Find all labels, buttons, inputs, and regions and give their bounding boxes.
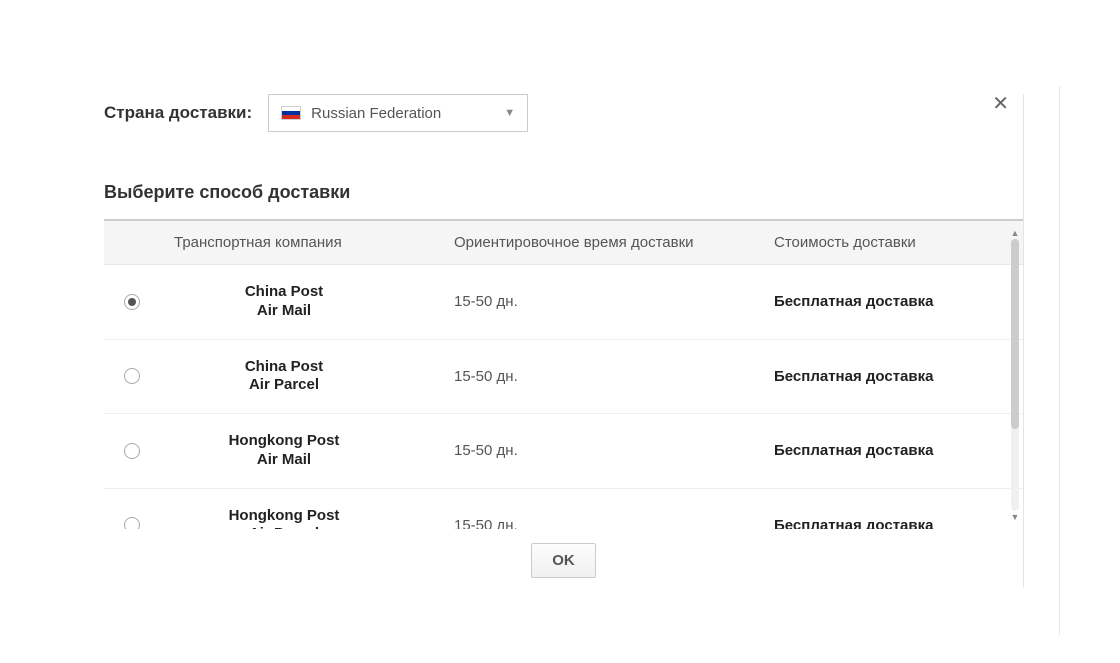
radio-cell — [124, 294, 174, 310]
time-cell: 15-50 дн. — [454, 442, 774, 459]
company-line1: China Post — [245, 283, 323, 300]
radio-cell — [124, 443, 174, 459]
company-line2: Air Mail — [257, 302, 311, 319]
time-cell: 15-50 дн. — [454, 368, 774, 385]
table-row[interactable]: China Post Air Mail 15-50 дн.Бесплатная до… — [104, 265, 1023, 340]
chevron-down-icon: ▼ — [504, 107, 515, 119]
ok-button[interactable]: OK — [531, 543, 596, 578]
scroll-down-icon: ▼ — [1009, 511, 1021, 523]
table-body: China PostAir Mail15-50 дн.Бесплатная до… — [104, 265, 1023, 529]
header-company: Транспортная компания — [174, 234, 454, 251]
table-row[interactable]: China PostAir Parcel15-50 дн.Бесплатная … — [104, 340, 1023, 415]
radio-button[interactable] — [124, 517, 140, 529]
company-line1: Hongkong Post — [229, 432, 340, 449]
country-row: Страна доставки: Russian Federation ▼ — [104, 94, 1023, 132]
scroll-up-icon: ▲ — [1009, 227, 1021, 239]
table-header: Транспортная компания Ориентировочное вр… — [104, 221, 1023, 265]
company-cell: Hongkong Post Air Mail — [174, 432, 454, 470]
table-row[interactable]: Hongkong Post Air Mail 15-50 дн.Бесплатная… — [104, 414, 1023, 489]
company-line1: China Post — [245, 358, 323, 375]
country-label: Страна доставки: — [104, 103, 252, 123]
time-cell: 15-50 дн. — [454, 293, 774, 310]
country-select[interactable]: Russian Federation ▼ — [268, 94, 528, 132]
company-cell: Hongkong PostAir Parcel — [174, 507, 454, 530]
radio-cell — [124, 368, 174, 384]
company-cell: China PostAir Parcel — [174, 358, 454, 396]
radio-button[interactable] — [124, 294, 140, 310]
radio-cell — [124, 517, 174, 529]
cost-cell: Бесплатная доставка — [774, 368, 1023, 385]
radio-button[interactable] — [124, 443, 140, 459]
dialog-footer: OK — [104, 529, 1023, 588]
company-line2: Air Mail — [257, 451, 311, 468]
cost-cell: Бесплатная доставка — [774, 442, 1023, 459]
cost-cell: Бесплатная доставка — [774, 517, 1023, 529]
radio-button[interactable] — [124, 368, 140, 384]
scrollbar[interactable]: ▲ ▼ — [1009, 227, 1021, 523]
table-row[interactable]: Hongkong PostAir Parcel15-50 дн.Бесплатн… — [104, 489, 1023, 530]
scroll-thumb[interactable] — [1011, 239, 1019, 429]
cost-cell: Бесплатная доставка — [774, 293, 1023, 310]
scroll-track — [1011, 239, 1019, 511]
right-divider — [1059, 86, 1060, 635]
flag-icon — [281, 106, 301, 120]
ok-button-label: OK — [552, 552, 575, 569]
country-selected: Russian Federation — [311, 105, 441, 122]
company-cell: China Post Air Mail — [174, 283, 454, 321]
shipping-dialog: ✕ Страна доставки: Russian Federation ▼ … — [104, 94, 1024, 588]
company-line1: Hongkong Post — [229, 507, 340, 524]
company-line2: Air Parcel — [249, 525, 319, 529]
header-cost: Стоимость доставки — [774, 234, 1023, 251]
section-title: Выберите способ доставки — [104, 182, 1023, 203]
company-line2: Air Parcel — [249, 376, 319, 393]
close-icon: ✕ — [992, 93, 1009, 115]
time-cell: 15-50 дн. — [454, 517, 774, 529]
shipping-table: Транспортная компания Ориентировочное вр… — [104, 219, 1023, 529]
close-button[interactable]: ✕ — [992, 94, 1009, 114]
header-time: Ориентировочное время доставки — [454, 234, 774, 251]
